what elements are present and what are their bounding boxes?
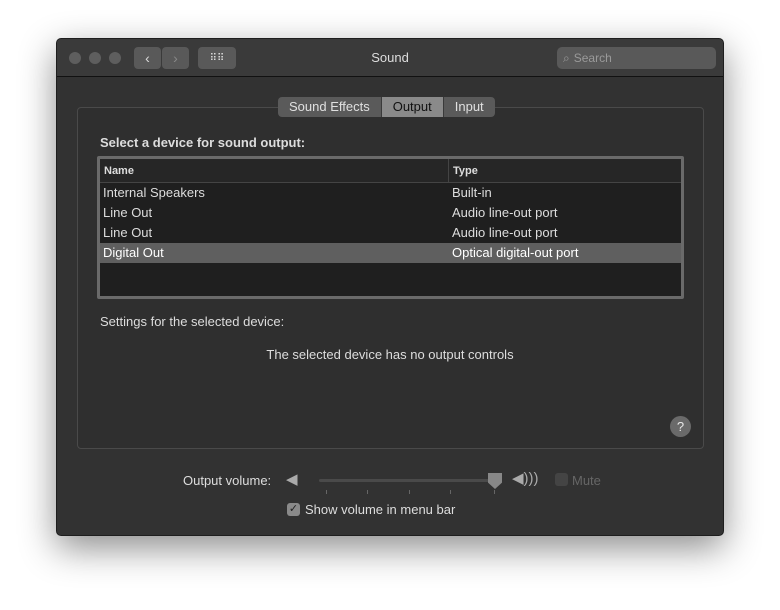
speaker-high-icon: ◀))) — [512, 470, 539, 487]
device-name: Digital Out — [103, 245, 164, 260]
device-type: Audio line-out port — [452, 225, 558, 240]
table-row[interactable]: Internal Speakers Built-in — [100, 183, 681, 203]
show-volume-label: Show volume in menu bar — [305, 502, 456, 517]
sound-window: ‹ › ⠿⠿ Sound ⌕ Search Sound Effects Outpu… — [56, 38, 724, 536]
settings-label: Settings for the selected device: — [100, 314, 285, 329]
search-placeholder: Search — [573, 51, 612, 65]
device-type: Audio line-out port — [452, 205, 558, 220]
device-name: Line Out — [103, 205, 153, 220]
column-name[interactable]: Name — [100, 159, 449, 182]
speaker-low-icon: ◀ — [286, 471, 298, 488]
no-controls-message: The selected device has no output contro… — [266, 347, 514, 362]
table-header: Name Type — [100, 159, 681, 183]
device-name: Line Out — [103, 225, 153, 240]
device-table: Name Type Internal Speakers Built-in Line… — [97, 156, 684, 299]
checkmark-icon: ✓ — [288, 503, 299, 515]
mute-label: Mute — [572, 473, 601, 488]
device-heading: Select a device for sound output: — [100, 135, 306, 150]
tab-output[interactable]: Output — [381, 97, 444, 117]
tab-sound-effects[interactable]: Sound Effects — [278, 97, 382, 117]
show-volume-checkbox[interactable]: ✓ — [287, 503, 300, 516]
table-row-selected[interactable]: Digital Out Optical digital-out port — [100, 243, 681, 263]
table-row[interactable]: Line Out Audio line-out port — [100, 203, 681, 223]
help-button[interactable]: ? — [670, 416, 691, 437]
search-icon: ⌕ — [563, 50, 570, 65]
column-type[interactable]: Type — [449, 159, 478, 182]
output-volume-label: Output volume: — [183, 473, 272, 488]
titlebar: ‹ › ⠿⠿ Sound ⌕ Search — [57, 39, 723, 77]
volume-slider[interactable] — [319, 479, 495, 482]
tab-input[interactable]: Input — [444, 97, 495, 117]
tab-bar: Sound Effects Output Input — [278, 97, 495, 117]
volume-slider-thumb[interactable] — [488, 473, 502, 489]
table-row[interactable]: Line Out Audio line-out port — [100, 223, 681, 243]
search-field[interactable]: ⌕ Search — [557, 47, 716, 69]
device-name: Internal Speakers — [103, 185, 205, 200]
device-type: Optical digital-out port — [452, 245, 579, 260]
mute-checkbox[interactable] — [555, 473, 568, 486]
device-type: Built-in — [452, 185, 492, 200]
